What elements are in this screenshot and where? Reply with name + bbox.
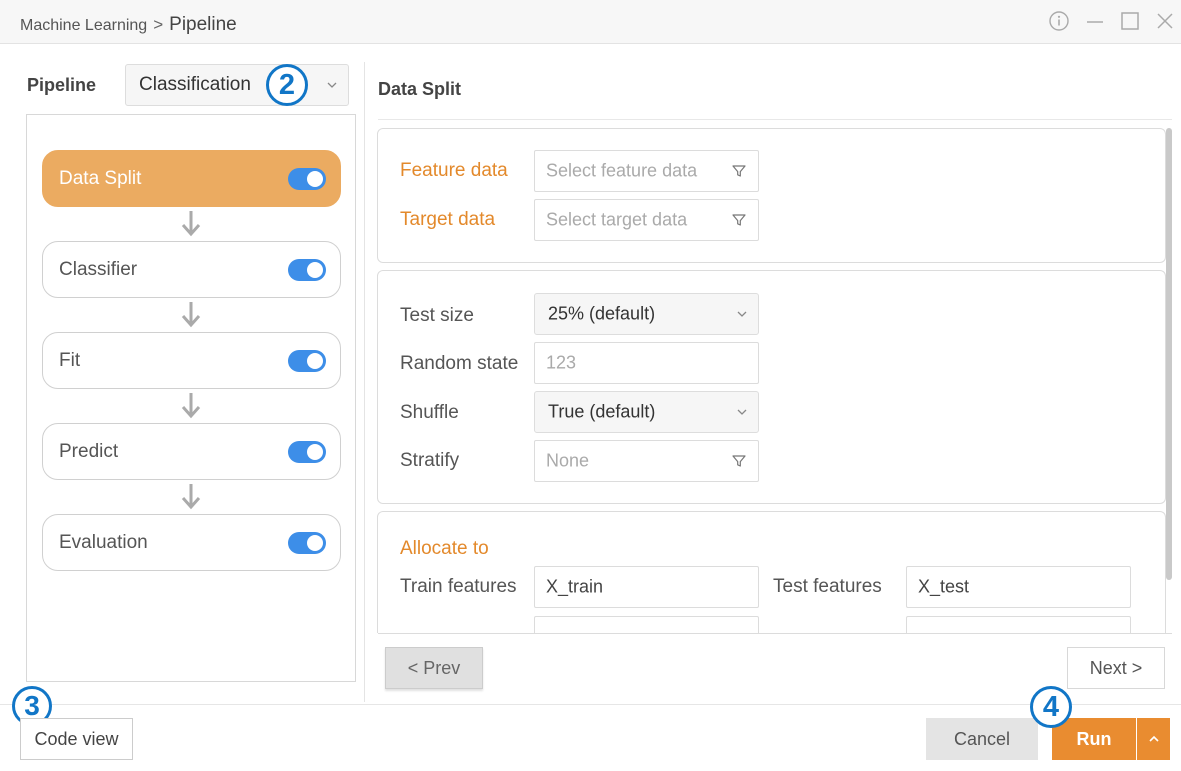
run-options-button[interactable] [1137, 718, 1170, 760]
breadcrumb-current: Pipeline [169, 14, 237, 35]
shuffle-label: Shuffle [400, 402, 459, 423]
filter-icon[interactable] [731, 212, 747, 228]
code-view-button[interactable]: Code view [20, 718, 133, 760]
step-label: Data Split [59, 167, 142, 189]
step-toggle[interactable] [288, 349, 326, 372]
close-icon[interactable] [1154, 10, 1176, 32]
step-classifier[interactable]: Classifier [42, 241, 341, 298]
feature-data-label: Feature data [400, 160, 508, 181]
toggle-knob [307, 352, 323, 369]
minimize-icon[interactable] [1084, 10, 1106, 32]
test-features-label: Test features [773, 576, 882, 597]
info-icon[interactable] [1048, 10, 1070, 32]
title-divider [378, 119, 1172, 120]
filter-icon[interactable] [731, 453, 747, 469]
train-features-label: Train features [400, 576, 517, 597]
arrow-down-icon [181, 211, 201, 237]
maximize-icon[interactable] [1119, 10, 1141, 32]
pipeline-label: Pipeline [27, 75, 97, 95]
nav-divider [378, 633, 1172, 634]
arrow-down-icon [181, 302, 201, 328]
random-state-input[interactable]: 123 [534, 342, 759, 384]
shuffle-select[interactable]: True (default) [534, 391, 759, 433]
step-evaluation[interactable]: Evaluation [42, 514, 341, 571]
stratify-input[interactable]: None [534, 440, 759, 482]
step-toggle[interactable] [288, 167, 326, 190]
step-label: Fit [59, 349, 81, 371]
step-label: Predict [59, 440, 119, 462]
test-size-label: Test size [400, 305, 474, 326]
chevron-down-icon [327, 82, 337, 88]
section-title: Data Split [378, 79, 462, 99]
target-data-placeholder: Select target data [546, 209, 688, 230]
filter-icon[interactable] [731, 163, 747, 179]
prev-button[interactable]: < Prev [385, 647, 483, 689]
panel-divider [364, 62, 365, 702]
toggle-knob [307, 443, 323, 460]
run-button[interactable]: Run [1052, 718, 1136, 760]
pipeline-select-value: Classification [139, 74, 251, 95]
content-scrollbar[interactable] [1166, 128, 1172, 580]
data-input-card: Feature data Select feature data Target … [377, 128, 1166, 263]
step-toggle[interactable] [288, 531, 326, 554]
test-features-input[interactable]: X_test [906, 566, 1131, 608]
arrow-down-icon [181, 484, 201, 510]
step-label: Evaluation [59, 531, 148, 553]
train-features-input[interactable]: X_train [534, 566, 759, 608]
stratify-label: Stratify [400, 450, 460, 471]
feature-data-placeholder: Select feature data [546, 160, 698, 181]
cancel-button[interactable]: Cancel [926, 718, 1038, 760]
toggle-knob [307, 261, 323, 278]
footer-divider [0, 704, 1181, 705]
title-bar: Machine Learning > Pipeline [0, 0, 1181, 44]
step-data-split[interactable]: Data Split [42, 150, 341, 207]
feature-data-input[interactable]: Select feature data [534, 150, 759, 192]
stratify-placeholder: None [546, 450, 590, 471]
step-badge-4: 4 [1030, 686, 1072, 728]
next-button[interactable]: Next > [1067, 647, 1165, 689]
split-options-card: Test size 25% (default) Random state 123… [377, 270, 1166, 504]
step-toggle[interactable] [288, 440, 326, 463]
step-label: Classifier [59, 258, 138, 280]
step-predict[interactable]: Predict [42, 423, 341, 480]
pipeline-select[interactable]: Classification [125, 64, 349, 106]
allocate-card: Allocate to Train features X_train Test … [377, 511, 1166, 633]
test-size-select[interactable]: 25% (default) [534, 293, 759, 335]
chevron-up-icon [1148, 735, 1159, 742]
train-features-value: X_train [546, 576, 604, 597]
step-badge-2: 2 [266, 64, 308, 106]
step-toggle[interactable] [288, 258, 326, 281]
random-state-placeholder: 123 [546, 352, 577, 373]
toggle-knob [307, 534, 323, 551]
allocate-clip: Allocate to Train features X_train Test … [377, 511, 1166, 633]
target-data-input[interactable]: Select target data [534, 199, 759, 241]
chevron-down-icon [737, 409, 747, 415]
arrow-down-icon [181, 393, 201, 419]
test-features-value: X_test [918, 576, 970, 597]
breadcrumb: Machine Learning > Pipeline [20, 14, 237, 36]
target-data-label: Target data [400, 209, 496, 230]
breadcrumb-root[interactable]: Machine Learning [20, 17, 147, 34]
train-target-input[interactable] [534, 616, 759, 633]
chevron-down-icon [737, 311, 747, 317]
test-target-input[interactable] [906, 616, 1131, 633]
random-state-label: Random state [400, 353, 519, 374]
shuffle-value: True (default) [548, 401, 656, 422]
breadcrumb-separator: > [153, 15, 164, 34]
pipeline-steps-panel: Data Split Classifier Fit Predict Evalua… [26, 114, 356, 682]
toggle-knob [307, 170, 323, 187]
allocate-title: Allocate to [400, 538, 489, 559]
test-size-value: 25% (default) [548, 303, 656, 324]
step-fit[interactable]: Fit [42, 332, 341, 389]
